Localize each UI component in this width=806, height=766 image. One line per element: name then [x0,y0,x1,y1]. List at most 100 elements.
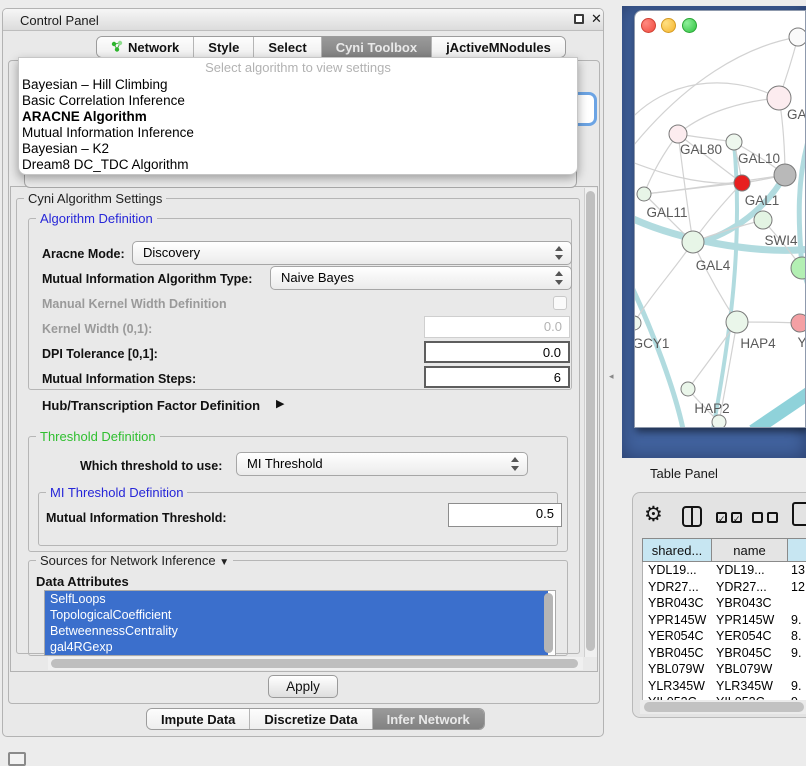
tab-select[interactable]: Select [254,37,321,57]
apply-button[interactable]: Apply [268,675,338,698]
tab-label: Style [208,40,239,55]
network-node-label: GAL4 [696,258,731,273]
network-node-gcy1[interactable] [635,316,641,330]
tab-style[interactable]: Style [194,37,254,57]
table-panel-title: Table Panel [650,466,718,481]
network-node-hap2[interactable] [681,382,695,396]
table-row[interactable]: YPR145WYPR145W9. [643,612,806,629]
attribute-list-item[interactable]: BetweennessCentrality [45,623,548,639]
deselect-all-checkbox-icon[interactable] [752,512,763,523]
collapsed-arrow-icon[interactable]: ▶ [276,397,284,410]
tab-jactivemnodules[interactable]: jActiveMNodules [432,37,565,57]
dpi-tolerance-field[interactable]: 0.0 [424,341,570,363]
table-horizontal-scrollbar-thumb[interactable] [644,702,804,712]
column-header[interactable]: name [711,538,787,562]
network-node[interactable] [712,415,726,428]
table-cell: 9. [786,678,806,695]
gear-icon[interactable]: ⚙ [644,502,663,527]
network-node-label: SWI4 [764,233,797,248]
network-node[interactable] [789,28,806,46]
algorithm-option[interactable]: Bayesian – Hill Climbing [19,77,577,93]
close-traffic-light-icon[interactable] [641,18,656,33]
zoom-traffic-light-icon[interactable] [682,18,697,33]
algorithm-option[interactable]: ARACNE Algorithm [19,109,577,125]
table-cell [786,595,806,612]
attributes-scrollbar-thumb[interactable] [544,593,553,653]
tab-label: Network [128,40,179,55]
table-row[interactable]: YBR045CYBR045C9. [643,645,806,662]
mi-type-value: Naive Bayes [281,270,354,285]
tab-network[interactable]: Network [97,37,194,57]
data-attributes-label: Data Attributes [36,574,129,589]
attribute-list-item[interactable]: SelfLoops [45,591,548,607]
tab-impute-data[interactable]: Impute Data [147,709,250,729]
table-cell [786,661,806,678]
algorithm-option[interactable]: Dream8 DC_TDC Algorithm [19,157,577,173]
table-row[interactable]: YLR345WYLR345W9. [643,678,806,695]
network-node-label: GAL1 [745,193,780,208]
table-cell: YLR345W [711,678,786,695]
network-node-label: HAP2 [694,401,729,416]
network-node[interactable] [734,175,750,191]
table-row[interactable]: YDR27...YDR27...12 [643,579,806,596]
network-node-gal10[interactable] [726,134,742,150]
select-all-checkbox-icon[interactable]: ✓ [716,512,727,523]
split-pane-toggle-icon[interactable]: ◂ [609,371,614,382]
which-threshold-combo[interactable]: MI Threshold [236,452,528,476]
network-node-swi4[interactable] [791,257,806,279]
control-panel-title: Control Panel [20,13,99,28]
table-row[interactable]: YBL079WYBL079W [643,661,806,678]
network-node-gal4[interactable] [682,231,704,253]
tab-infer-network[interactable]: Infer Network [373,709,484,729]
aracne-mode-label: Aracne Mode: [42,247,125,261]
kernel-width-field[interactable]: 0.0 [424,316,570,338]
table-cell: 12 [786,579,806,596]
table-cell: YLR345W [643,678,711,695]
network-node[interactable] [774,164,796,186]
table-row[interactable]: YER054CYER054C8. [643,628,806,645]
table-cell: 9. [786,645,806,662]
mi-steps-field[interactable]: 6 [424,366,570,388]
network-canvas[interactable]: GALGAL80GAL10GAL11GAL1SWI4GAL4GCY1HAP4YH… [635,11,806,428]
table-cell: 13 [786,562,806,579]
sources-title[interactable]: Sources for Network Inference ▼ [36,553,233,568]
tab-discretize-data[interactable]: Discretize Data [250,709,372,729]
hub-definition-label[interactable]: Hub/Transcription Factor Definition [42,398,260,413]
column-header[interactable]: shared... [642,538,711,562]
network-node-gal11[interactable] [637,187,651,201]
network-node-y[interactable] [791,314,806,332]
network-node-gal80[interactable] [669,125,687,143]
horizontal-scrollbar-thumb[interactable] [51,659,578,668]
float-window-icon[interactable] [574,14,584,24]
vertical-scrollbar-thumb[interactable] [586,191,595,651]
tab-cyni-toolbox[interactable]: Cyni Toolbox [322,37,432,57]
column-layout-icon[interactable] [682,506,702,527]
attribute-list-item[interactable]: TopologicalCoefficient [45,607,548,623]
table-cell: 9. [786,612,806,629]
manual-kernel-checkbox[interactable] [553,296,567,310]
table-function-icon[interactable] [792,502,806,526]
minimized-panel-icon[interactable] [8,752,26,766]
mi-threshold-field[interactable]: 0.5 [448,503,562,527]
minimize-traffic-light-icon[interactable] [661,18,676,33]
expanded-arrow-icon[interactable]: ▼ [219,557,229,568]
attribute-list-item[interactable]: gal4RGexp [45,639,548,655]
network-node-gal1[interactable] [754,211,772,229]
table-row[interactable]: YBR043CYBR043C [643,595,806,612]
algorithm-option[interactable]: Bayesian – K2 [19,141,577,157]
table-row[interactable]: YDL19...YDL19...13 [643,562,806,579]
table-cell: YBR043C [643,595,711,612]
which-threshold-value: MI Threshold [247,456,323,471]
aracne-mode-combo[interactable]: Discovery [132,241,572,265]
algorithm-option[interactable]: Mutual Information Inference [19,125,577,141]
column-header[interactable] [787,538,806,562]
algorithm-option[interactable]: Basic Correlation Inference [19,93,577,109]
close-icon[interactable]: ✕ [591,11,602,27]
deselect-all-checkbox-icon[interactable] [767,512,778,523]
select-all-checkbox-icon[interactable]: ✓ [731,512,742,523]
network-node-label: GAL [787,107,806,122]
table-body: YDL19...YDL19...13YDR27...YDR27...12YBR0… [642,562,806,700]
mi-type-combo[interactable]: Naive Bayes [270,266,572,290]
network-node-hap4[interactable] [726,311,748,333]
network-view-window[interactable]: GALGAL80GAL10GAL11GAL1SWI4GAL4GCY1HAP4YH… [634,10,806,428]
